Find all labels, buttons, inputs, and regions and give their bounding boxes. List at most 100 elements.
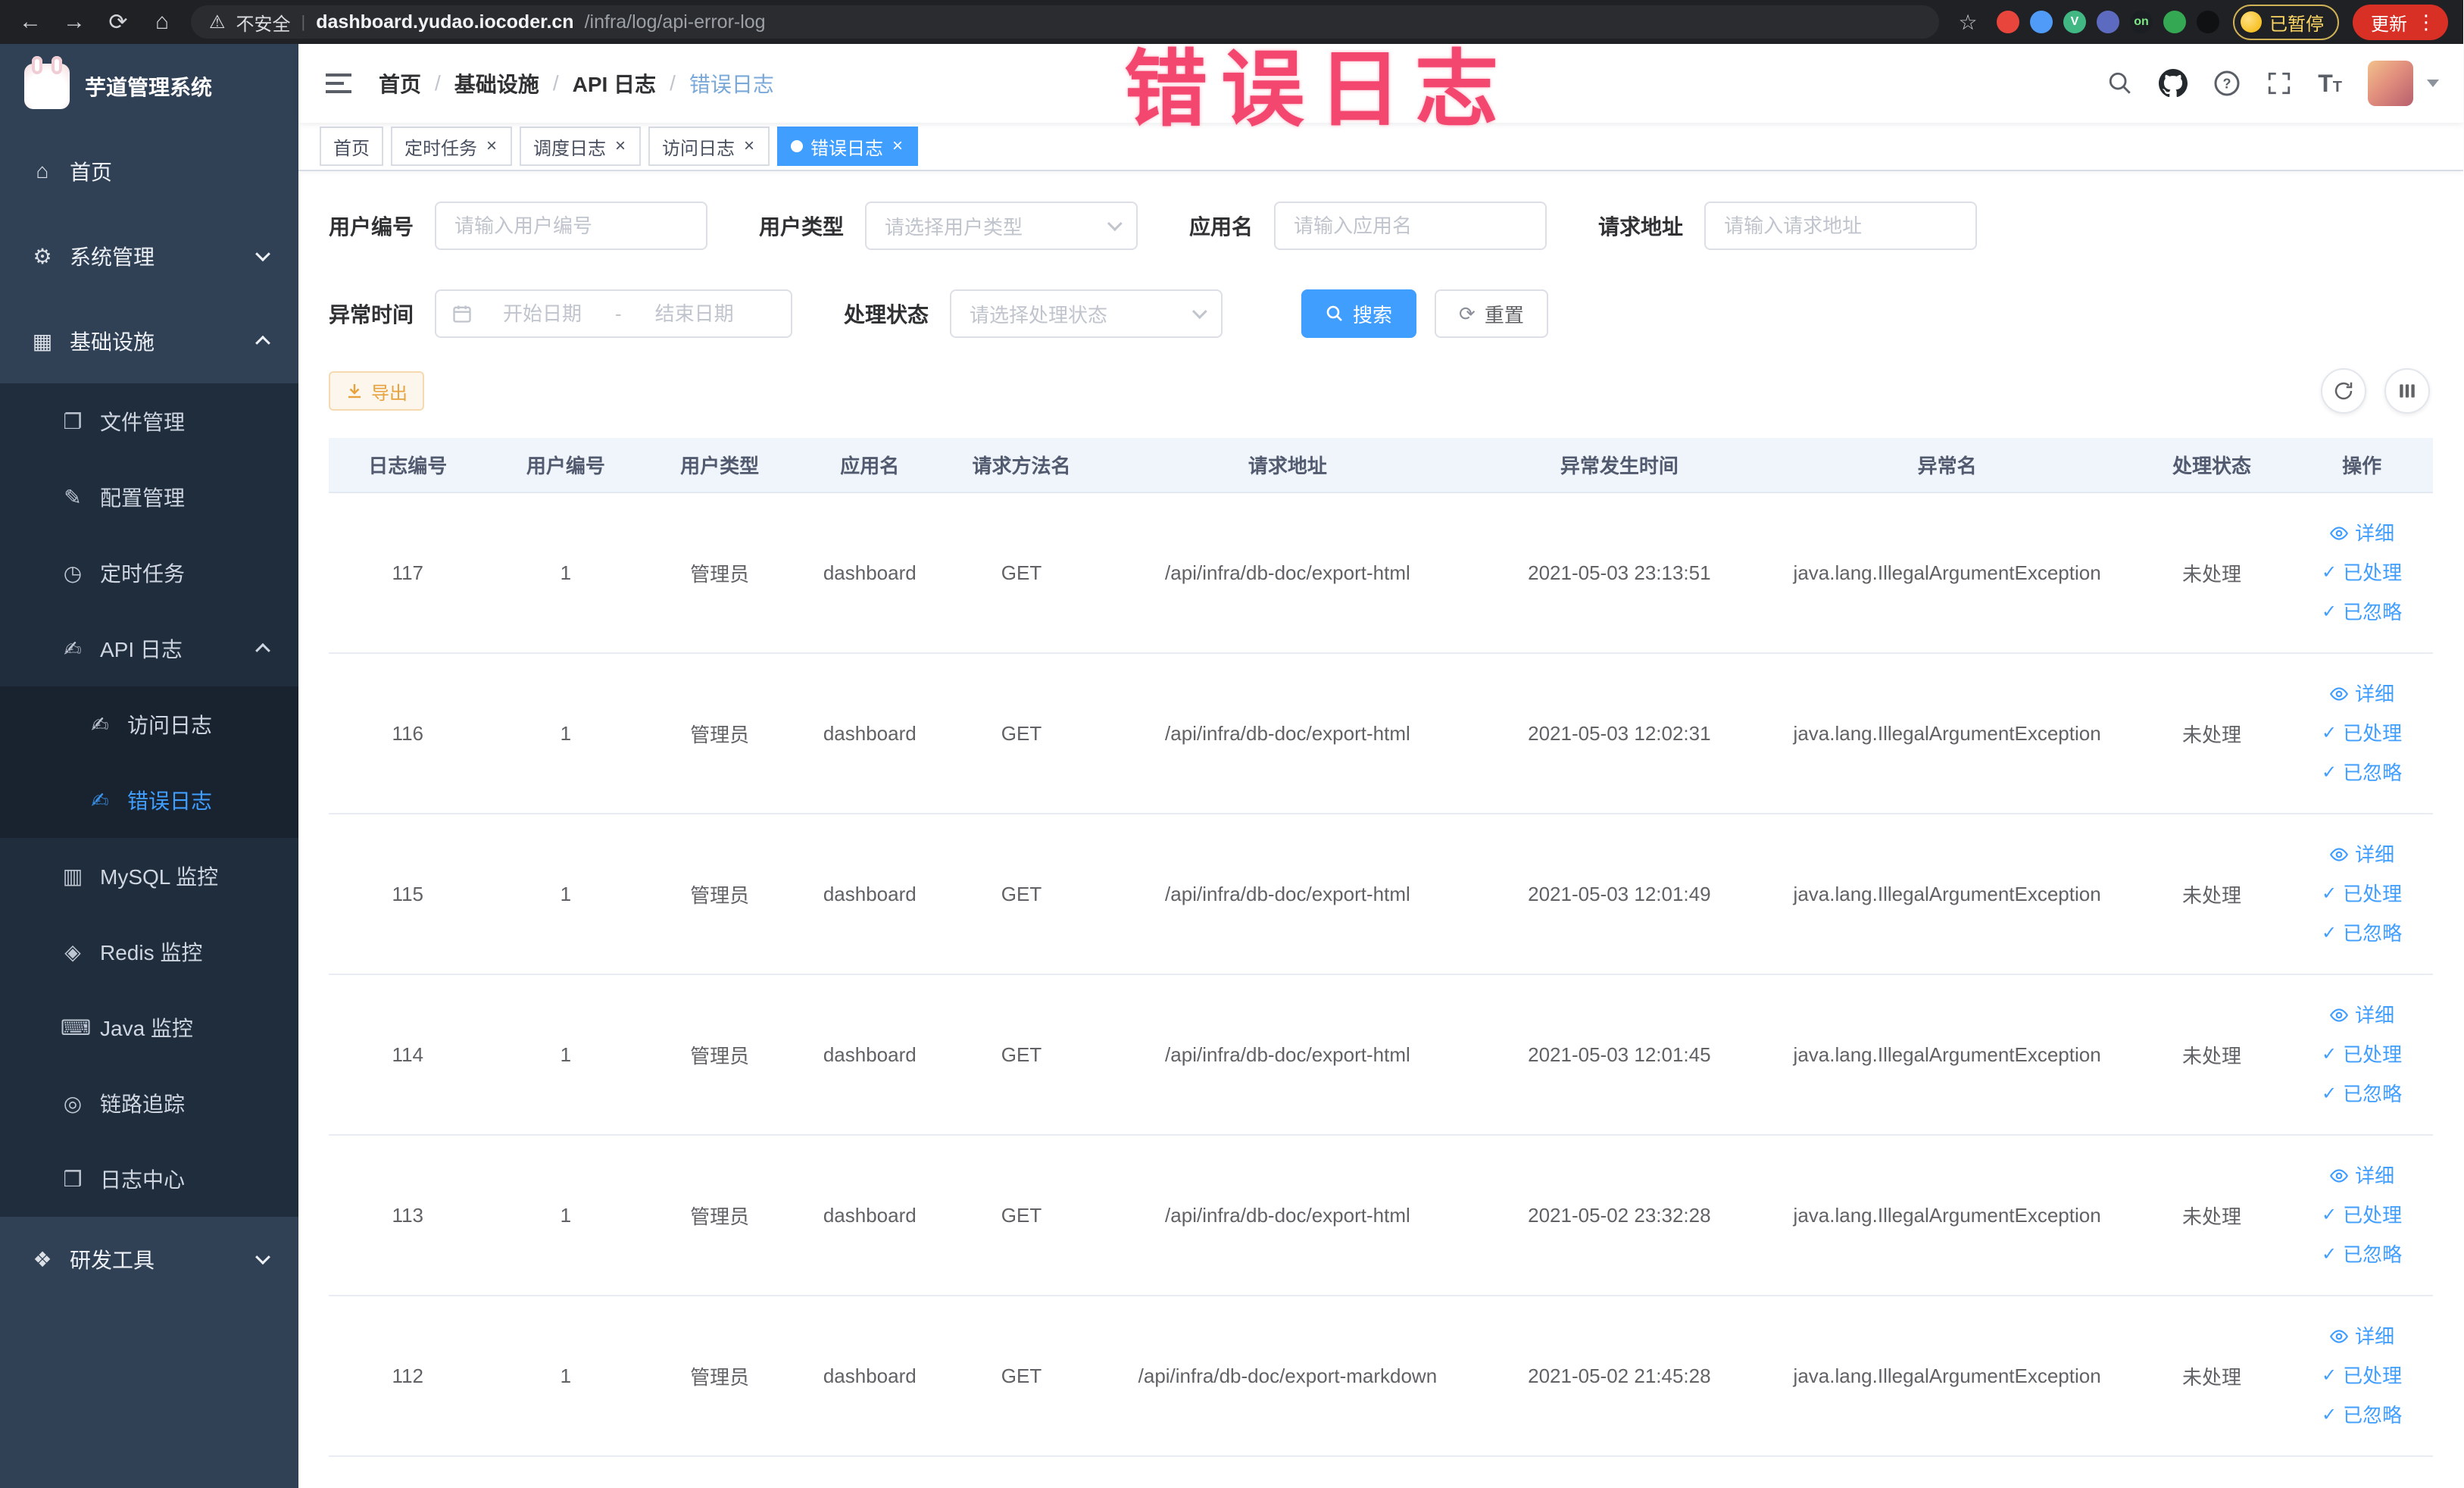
user-type-label: 用户类型 bbox=[759, 215, 845, 239]
date-range-picker[interactable]: - bbox=[435, 289, 793, 338]
help-icon[interactable]: ? bbox=[2213, 70, 2241, 97]
export-button[interactable]: 导出 bbox=[329, 371, 424, 411]
reset-button[interactable]: ⟳ 重置 bbox=[1435, 289, 1548, 338]
eye-icon bbox=[2330, 1008, 2349, 1022]
sidebar-item[interactable]: ▦ 基础设施 bbox=[0, 299, 298, 383]
column-header: 处理状态 bbox=[2132, 438, 2291, 493]
user-type-select[interactable]: 请选择用户类型 bbox=[865, 202, 1138, 250]
request-url-input[interactable] bbox=[1706, 203, 1976, 249]
action-detail[interactable]: 详细 bbox=[2291, 674, 2433, 714]
tabs-bar: 首页 定时任务 × 调度日志 × 访问日志 × 错误日志 × bbox=[298, 123, 2463, 171]
action-processed[interactable]: ✓ 已处理 bbox=[2291, 1196, 2433, 1235]
sidebar-item[interactable]: ▥ MySQL 监控 bbox=[0, 838, 298, 914]
update-button[interactable]: 更新 ⋮ bbox=[2353, 4, 2448, 40]
refresh-icon bbox=[2334, 382, 2353, 400]
action-processed[interactable]: ✓ 已处理 bbox=[2291, 553, 2433, 592]
sidebar-item[interactable]: ◈ Redis 监控 bbox=[0, 914, 298, 989]
cell-exception-name: java.lang.IllegalArgumentException bbox=[1761, 814, 2133, 975]
browser-chrome: ← → ⟳ ⌂ ⚠ 不安全 | dashboard.yudao.iocoder.… bbox=[0, 0, 2463, 44]
close-icon[interactable]: × bbox=[891, 136, 904, 157]
sidebar-item[interactable]: ◎ 链路追踪 bbox=[0, 1065, 298, 1141]
sidebar-item[interactable]: ⚙ 系统管理 bbox=[0, 214, 298, 299]
process-status-label: 处理状态 bbox=[844, 303, 929, 327]
breadcrumb-item[interactable]: 错误日志 bbox=[689, 68, 774, 98]
action-detail[interactable]: 详细 bbox=[2291, 996, 2433, 1035]
end-date-input[interactable] bbox=[627, 291, 761, 336]
extension-on-badge[interactable]: on bbox=[2130, 11, 2153, 33]
browser-menu-icon[interactable]: ⋮ bbox=[2416, 11, 2436, 34]
close-icon[interactable]: × bbox=[614, 136, 627, 157]
extension-dot-blue[interactable] bbox=[2030, 11, 2053, 33]
sidebar-item[interactable]: ⌂ 首页 bbox=[0, 129, 298, 214]
close-icon[interactable]: × bbox=[485, 136, 498, 157]
close-icon[interactable]: × bbox=[742, 136, 756, 157]
action-ignored[interactable]: ✓ 已忽略 bbox=[2291, 1074, 2433, 1114]
bookmark-star-icon[interactable]: ☆ bbox=[1953, 10, 1983, 35]
font-size-icon[interactable]: TT bbox=[2318, 70, 2342, 98]
action-ignored[interactable]: ✓ 已忽略 bbox=[2291, 1235, 2433, 1274]
sidebar-item[interactable]: ❐ 文件管理 bbox=[0, 383, 298, 459]
sidebar-item[interactable]: ◷ 定时任务 bbox=[0, 535, 298, 611]
search-icon[interactable] bbox=[2107, 70, 2133, 96]
sidebar-item[interactable]: ✍ 访问日志 bbox=[0, 686, 298, 762]
action-detail[interactable]: 详细 bbox=[2291, 514, 2433, 553]
action-ignored[interactable]: ✓ 已忽略 bbox=[2291, 1396, 2433, 1435]
avatar-caret-icon[interactable] bbox=[2427, 80, 2439, 87]
request-url-label: 请求地址 bbox=[1598, 215, 1684, 239]
check-icon: ✓ bbox=[2322, 562, 2338, 583]
column-settings-button[interactable] bbox=[2384, 368, 2430, 414]
tab[interactable]: 首页 bbox=[320, 127, 383, 166]
eye-icon bbox=[2330, 1169, 2349, 1183]
action-processed[interactable]: ✓ 已处理 bbox=[2291, 714, 2433, 753]
sidebar-item[interactable]: ✍ 错误日志 bbox=[0, 762, 298, 838]
profile-paused-badge[interactable]: 已暂停 bbox=[2233, 4, 2339, 40]
cell-method: GET bbox=[945, 814, 1098, 975]
user-avatar[interactable] bbox=[2368, 61, 2413, 106]
extension-pin[interactable] bbox=[2197, 11, 2219, 33]
app-name-input[interactable] bbox=[1276, 203, 1546, 249]
breadcrumb-item[interactable]: API 日志 bbox=[573, 68, 656, 98]
sidebar-item[interactable]: ✍ API 日志 bbox=[0, 611, 298, 686]
hamburger-icon[interactable] bbox=[323, 67, 354, 99]
fullscreen-icon[interactable] bbox=[2266, 70, 2292, 96]
tab[interactable]: 访问日志 × bbox=[648, 127, 770, 166]
tab[interactable]: 错误日志 × bbox=[777, 127, 919, 166]
extension-dot-green[interactable] bbox=[2163, 11, 2186, 33]
check-icon: ✓ bbox=[2322, 1244, 2338, 1264]
sidebar-item[interactable]: ❒ 日志中心 bbox=[0, 1141, 298, 1217]
action-ignored[interactable]: ✓ 已忽略 bbox=[2291, 753, 2433, 792]
cell-user-id: 1 bbox=[486, 1135, 645, 1296]
github-icon[interactable] bbox=[2159, 69, 2188, 98]
search-button[interactable]: 搜索 bbox=[1301, 289, 1417, 338]
tab[interactable]: 调度日志 × bbox=[520, 127, 642, 166]
url-bar[interactable]: ⚠ 不安全 | dashboard.yudao.iocoder.cn/infra… bbox=[191, 5, 1939, 39]
extension-dot-indigo[interactable] bbox=[2097, 11, 2119, 33]
refresh-table-button[interactable] bbox=[2321, 368, 2366, 414]
action-processed[interactable]: ✓ 已处理 bbox=[2291, 1035, 2433, 1074]
breadcrumb-item[interactable]: 基础设施 bbox=[454, 68, 539, 98]
process-status-select[interactable]: 请选择处理状态 bbox=[950, 289, 1223, 338]
home-icon[interactable]: ⌂ bbox=[147, 9, 177, 35]
extension-dot-red[interactable] bbox=[1997, 11, 2019, 33]
action-ignored[interactable]: ✓ 已忽略 bbox=[2291, 914, 2433, 953]
app-logo[interactable]: 芋道管理系统 bbox=[0, 44, 298, 129]
action-processed[interactable]: ✓ 已处理 bbox=[2291, 1356, 2433, 1396]
tab[interactable]: 定时任务 × bbox=[391, 127, 513, 166]
reload-icon[interactable]: ⟳ bbox=[103, 9, 133, 36]
action-detail[interactable]: 详细 bbox=[2291, 1317, 2433, 1356]
breadcrumb-item[interactable]: 首页 bbox=[379, 68, 421, 98]
extension-vue-devtools[interactable]: V bbox=[2063, 11, 2086, 33]
action-detail[interactable]: 详细 bbox=[2291, 1156, 2433, 1196]
start-date-input[interactable] bbox=[476, 291, 610, 336]
action-ignored[interactable]: ✓ 已忽略 bbox=[2291, 592, 2433, 632]
main-area: 首页 / 基础设施 / API 日志 / 错误日志 ? TT 首页 定时任务 ×… bbox=[298, 44, 2463, 1488]
action-processed[interactable]: ✓ 已处理 bbox=[2291, 874, 2433, 914]
menu-label: MySQL 监控 bbox=[100, 865, 219, 889]
forward-icon[interactable]: → bbox=[59, 9, 89, 35]
action-detail[interactable]: 详细 bbox=[2291, 835, 2433, 874]
sidebar-item[interactable]: ✎ 配置管理 bbox=[0, 459, 298, 535]
user-id-input[interactable] bbox=[436, 203, 707, 249]
sidebar-item[interactable]: ❖ 研发工具 bbox=[0, 1217, 298, 1302]
back-icon[interactable]: ← bbox=[15, 9, 45, 35]
sidebar-item[interactable]: ⌨ Java 监控 bbox=[0, 989, 298, 1065]
